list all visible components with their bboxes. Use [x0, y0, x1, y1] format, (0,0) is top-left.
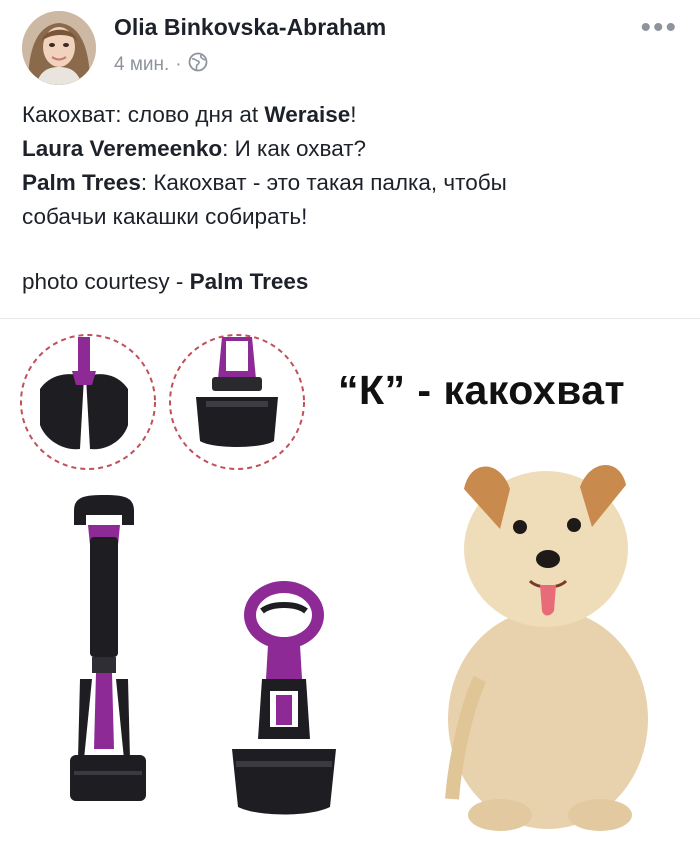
post-header: Olia Binkovska-Abraham 4 мин. · ••• — [0, 0, 700, 90]
text-line-3: Palm Trees: Какохват - это такая палка, … — [22, 170, 507, 195]
text-line-2: Laura Veremeenko: И как охват? — [22, 136, 367, 161]
text-line-4: собачьи какашки собирать! — [22, 204, 308, 229]
claw-closeup-illustration — [20, 334, 156, 470]
page-link-weraise[interactable]: Weraise — [264, 102, 350, 127]
compact-scooper-illustration — [232, 581, 336, 815]
author-name[interactable]: Olia Binkovska-Abraham — [114, 14, 386, 41]
credit-palm-trees[interactable]: Palm Trees — [190, 269, 309, 294]
post-photo[interactable]: “К” - какохват — [0, 319, 700, 849]
meta-separator: · — [175, 54, 182, 75]
text-line-5: photo courtesy - Palm Trees — [22, 269, 309, 294]
post-body: Какохват: слово дня at Weraise! Laura Ve… — [22, 98, 682, 299]
dog-illustration — [445, 464, 648, 831]
post-time[interactable]: 4 мин. — [114, 54, 169, 76]
mention-palm-trees[interactable]: Palm Trees — [22, 170, 141, 195]
post-meta: 4 мин. · — [114, 52, 208, 78]
long-scooper-illustration — [70, 495, 146, 801]
more-dots-icon[interactable]: ••• — [640, 13, 678, 43]
photo-caption: “К” - какохват — [338, 367, 626, 413]
globe-icon — [188, 52, 208, 78]
bin-closeup-illustration — [169, 334, 305, 470]
text-line-1: Какохват: слово дня at Weraise! — [22, 102, 357, 127]
mention-laura[interactable]: Laura Veremeenko — [22, 136, 222, 161]
avatar[interactable] — [22, 11, 96, 85]
